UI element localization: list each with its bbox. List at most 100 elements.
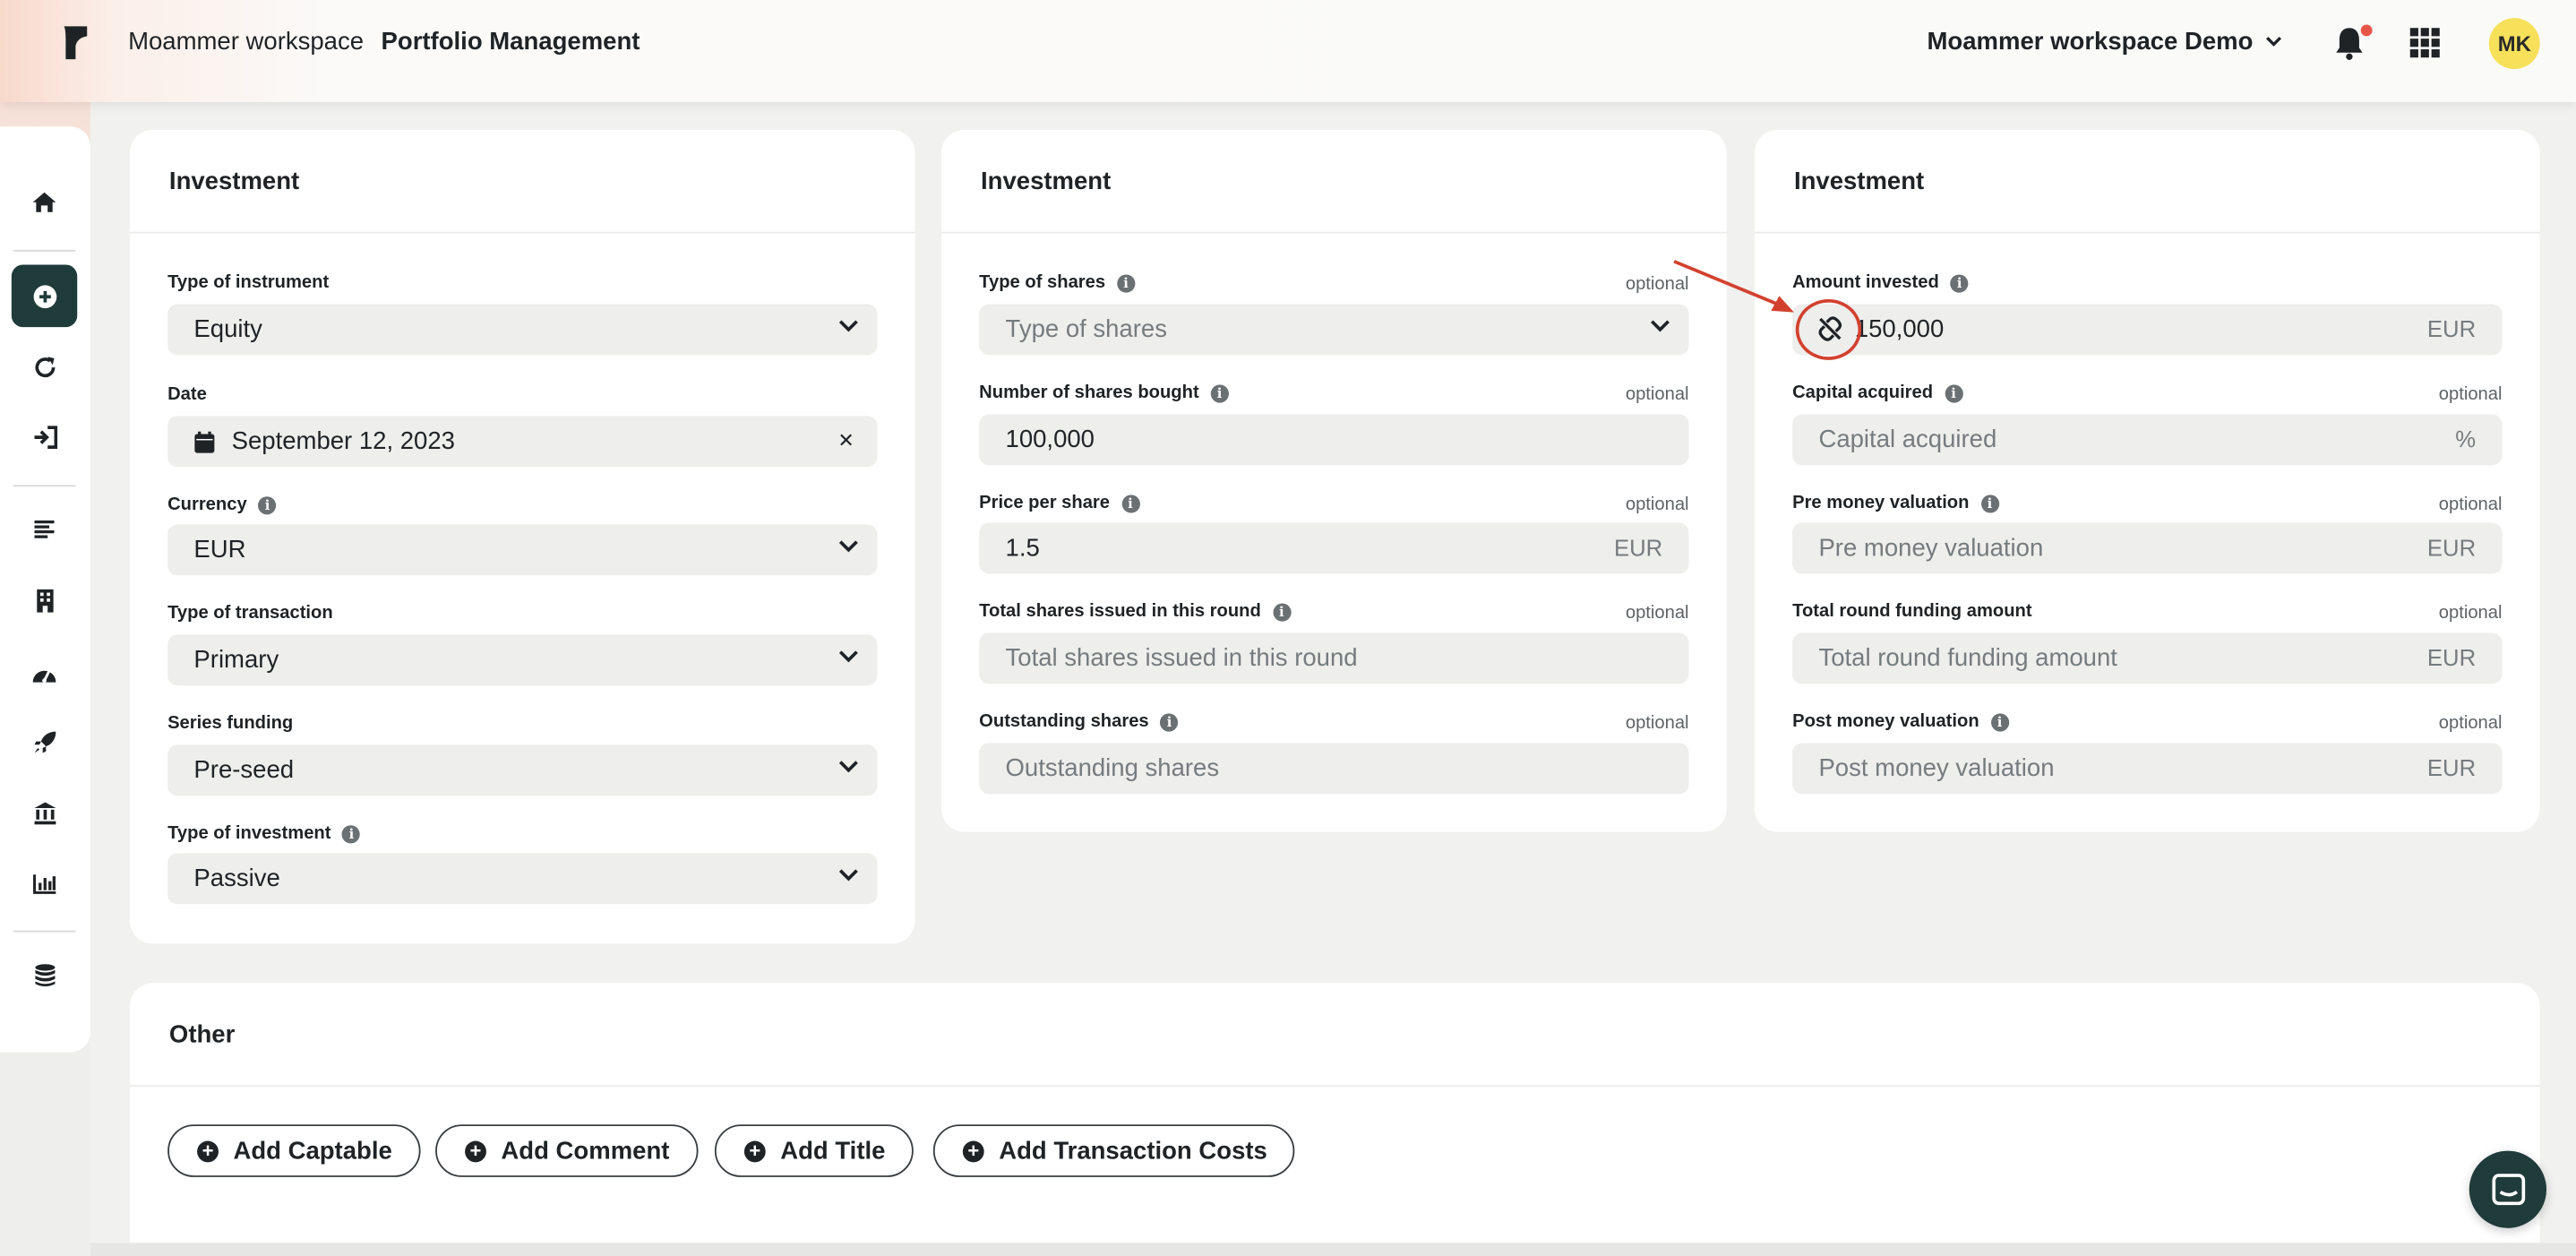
clear-date-icon[interactable]: ✕ bbox=[837, 429, 854, 452]
plus-circle-icon: + bbox=[743, 1140, 766, 1162]
chevron-down-icon bbox=[838, 320, 858, 332]
total-round-label: Total round funding amount bbox=[1792, 601, 2032, 622]
info-icon[interactable]: i bbox=[1116, 273, 1136, 292]
info-icon[interactable]: i bbox=[342, 824, 361, 843]
amount-invested-input[interactable]: 150,000 EUR bbox=[1792, 304, 2503, 356]
chevron-down-icon bbox=[838, 761, 858, 773]
post-money-label: Post money valuation i bbox=[1792, 712, 2009, 732]
investment-type-label-text: Type of investment bbox=[167, 823, 331, 844]
sidebar-divider bbox=[13, 930, 76, 933]
date-picker[interactable]: September 12, 2023 ✕ bbox=[167, 416, 878, 468]
transaction-label: Type of transaction bbox=[167, 603, 333, 624]
rocket-icon bbox=[33, 730, 56, 753]
pre-money-input[interactable]: Pre money valuation EUR bbox=[1792, 522, 2503, 574]
currency-value: EUR bbox=[193, 536, 246, 564]
sidebar-item-home[interactable] bbox=[12, 171, 77, 234]
sidebar-item-companies[interactable] bbox=[12, 569, 77, 632]
price-per-share-value: 1.5 bbox=[1005, 534, 1040, 563]
plus-circle-icon: + bbox=[197, 1140, 219, 1162]
workspace-selector[interactable]: Moammer workspace Demo bbox=[1928, 28, 2283, 56]
apps-grid-icon[interactable] bbox=[2409, 26, 2442, 59]
capital-acquired-label: Capital acquired i bbox=[1792, 383, 1963, 403]
info-icon[interactable]: i bbox=[258, 495, 277, 514]
series-label: Series funding bbox=[167, 713, 294, 734]
chevron-down-icon bbox=[838, 869, 858, 882]
sidebar-item-list[interactable] bbox=[12, 498, 77, 561]
add-title-button[interactable]: + Add Title bbox=[714, 1124, 914, 1177]
sidebar-item-funds[interactable] bbox=[12, 781, 77, 844]
currency-suffix: EUR bbox=[2426, 315, 2477, 342]
chat-launcher-button[interactable] bbox=[2469, 1150, 2547, 1228]
series-select[interactable]: Pre-seed bbox=[167, 744, 878, 796]
instrument-select[interactable]: Equity bbox=[167, 304, 878, 356]
add-transaction-costs-button[interactable]: + Add Transaction Costs bbox=[932, 1124, 1296, 1177]
card-divider bbox=[940, 231, 1727, 234]
capital-acquired-input[interactable]: Capital acquired % bbox=[1792, 414, 2503, 466]
investment-card-shares: Investment Type of shares i optional Typ… bbox=[940, 129, 1727, 832]
info-icon[interactable]: i bbox=[1980, 494, 1999, 512]
date-label: Date bbox=[167, 384, 207, 405]
shares-type-label: Type of shares i bbox=[979, 272, 1136, 293]
sidebar-item-startups[interactable] bbox=[12, 710, 77, 773]
amount-invested-label: Amount invested i bbox=[1792, 273, 1969, 293]
sidebar-item-data[interactable] bbox=[12, 943, 77, 1006]
shares-type-label-text: Type of shares bbox=[979, 272, 1106, 293]
sidebar-item-add[interactable] bbox=[11, 264, 78, 328]
sidebar-divider bbox=[13, 485, 76, 487]
top-bar: Moammer workspace Portfolio Management M… bbox=[0, 0, 2576, 102]
transaction-value: Primary bbox=[193, 646, 279, 675]
info-icon[interactable]: i bbox=[1944, 383, 1963, 402]
shares-type-select[interactable]: Type of shares bbox=[979, 304, 1689, 356]
database-icon bbox=[34, 963, 55, 986]
card-divider bbox=[1754, 231, 2540, 234]
instrument-label: Type of instrument bbox=[167, 272, 330, 293]
add-transaction-costs-label: Add Transaction Costs bbox=[999, 1136, 1267, 1166]
shares-bought-label-text: Number of shares bought bbox=[979, 383, 1199, 403]
plus-circle-icon: + bbox=[962, 1140, 984, 1162]
info-icon[interactable]: i bbox=[1210, 383, 1229, 402]
currency-select[interactable]: EUR bbox=[167, 524, 878, 576]
optional-label: optional bbox=[2438, 495, 2503, 515]
plus-circle-icon bbox=[32, 284, 56, 308]
add-captable-button[interactable]: + Add Captable bbox=[167, 1124, 420, 1177]
optional-label: optional bbox=[2438, 713, 2503, 734]
info-icon[interactable]: i bbox=[1990, 712, 2009, 731]
workspace-name[interactable]: Moammer workspace bbox=[128, 28, 364, 56]
shares-bought-value: 100,000 bbox=[1005, 426, 1095, 454]
add-captable-label: Add Captable bbox=[233, 1136, 392, 1166]
total-round-input[interactable]: Total round funding amount EUR bbox=[1792, 632, 2503, 684]
transaction-select[interactable]: Primary bbox=[167, 634, 878, 686]
sidebar-item-reports[interactable] bbox=[12, 852, 77, 915]
card-title: Investment bbox=[981, 168, 1112, 196]
info-icon[interactable]: i bbox=[1160, 712, 1179, 731]
post-money-input[interactable]: Post money valuation EUR bbox=[1792, 743, 2503, 795]
workspace-selector-label: Moammer workspace Demo bbox=[1927, 28, 2254, 56]
currency-suffix: EUR bbox=[2426, 534, 2477, 561]
sidebar-item-refresh[interactable] bbox=[12, 335, 77, 398]
plus-circle-icon: + bbox=[465, 1140, 486, 1162]
add-comment-button[interactable]: + Add Comment bbox=[435, 1124, 698, 1177]
outstanding-shares-input[interactable]: Outstanding shares bbox=[979, 743, 1689, 795]
user-avatar[interactable]: MK bbox=[2488, 18, 2540, 70]
info-icon[interactable]: i bbox=[1272, 602, 1291, 621]
capital-acquired-placeholder: Capital acquired bbox=[1818, 426, 1997, 454]
chart-icon bbox=[32, 873, 56, 894]
total-shares-placeholder: Total shares issued in this round bbox=[1005, 644, 1358, 673]
total-shares-input[interactable]: Total shares issued in this round bbox=[979, 632, 1689, 684]
shares-bought-input[interactable]: 100,000 bbox=[979, 414, 1689, 466]
app-logo-icon[interactable] bbox=[61, 23, 90, 63]
chevron-down-icon bbox=[838, 540, 858, 553]
currency-suffix: EUR bbox=[2426, 754, 2477, 781]
sidebar-divider bbox=[13, 249, 76, 252]
price-per-share-input[interactable]: 1.5 EUR bbox=[979, 522, 1689, 574]
post-money-placeholder: Post money valuation bbox=[1818, 754, 2055, 783]
investment-type-select[interactable]: Passive bbox=[167, 853, 878, 905]
optional-label: optional bbox=[2438, 603, 2503, 624]
sidebar-item-sign-in[interactable] bbox=[12, 406, 77, 469]
currency-suffix: EUR bbox=[2426, 644, 2477, 671]
info-icon[interactable]: i bbox=[1950, 273, 1969, 292]
sidebar-item-dashboard[interactable] bbox=[12, 641, 77, 704]
home-icon bbox=[32, 192, 56, 212]
chevron-down-icon bbox=[1650, 320, 1670, 332]
info-icon[interactable]: i bbox=[1121, 494, 1140, 512]
